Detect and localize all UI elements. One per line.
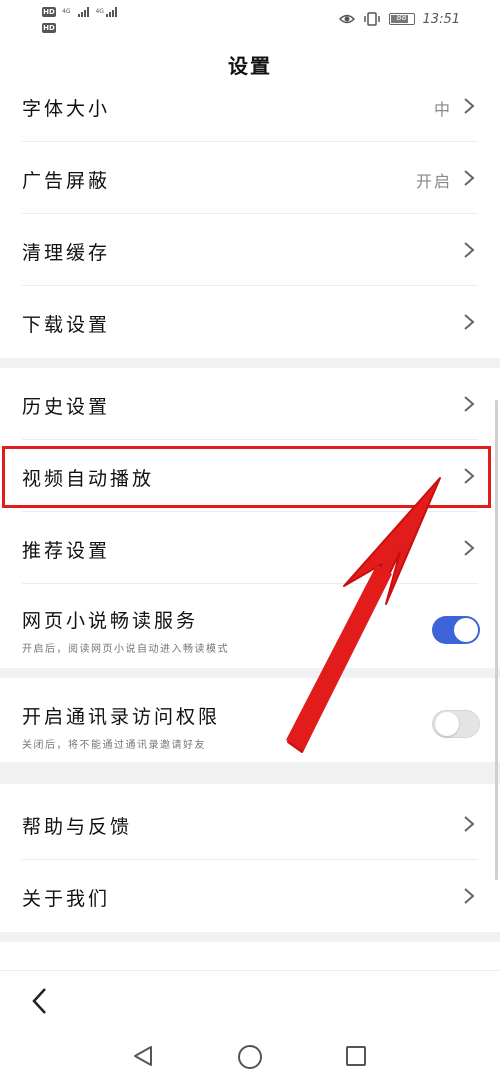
row-label: 网页小说畅读服务 [22, 610, 199, 632]
row-label: 关于我们 [22, 888, 111, 910]
row-label: 开启通讯录访问权限 [22, 706, 221, 728]
system-nav-bar [0, 1032, 500, 1084]
settings-list[interactable]: 字体大小 中 广告屏蔽 开启 清理缓存 下载设置 历史设置 视频自动播放 推荐设… [0, 80, 500, 970]
sim1-row: HD 4G 4G [42, 6, 117, 17]
nav-back-triangle-icon[interactable] [132, 1044, 154, 1068]
signal-indicators: HD 4G 4G HD [42, 6, 132, 34]
back-arrow-icon[interactable] [28, 985, 52, 1017]
row-novel-reading: 网页小说畅读服务 开启后，阅读网页小说自动进入畅读模式 [0, 584, 500, 668]
row-label: 推荐设置 [22, 540, 111, 562]
annotation-highlight-box [2, 446, 491, 508]
row-value: 中 [433, 100, 452, 119]
chevron-right-icon [464, 170, 475, 186]
novel-reading-toggle[interactable] [432, 616, 480, 644]
status-bar: HD 4G 4G HD 88 13:51 [0, 0, 500, 40]
hd-badge: HD [42, 6, 56, 17]
chevron-right-icon [464, 888, 475, 904]
row-value: 开启 [415, 172, 452, 191]
row-recommend[interactable]: 推荐设置 [0, 512, 500, 584]
chevron-right-icon [464, 314, 475, 330]
row-label: 广告屏蔽 [22, 170, 111, 192]
battery-icon: 88 [388, 13, 415, 25]
page-title: 设置 [228, 54, 272, 78]
row-subtitle: 开启后，阅读网页小说自动进入畅读模式 [22, 644, 229, 655]
network-tag-2: 4G [95, 7, 104, 15]
section-gap [0, 762, 500, 784]
contacts-access-toggle[interactable] [432, 710, 480, 738]
row-label: 字体大小 [22, 98, 111, 120]
row-font-size[interactable]: 字体大小 中 [0, 80, 500, 142]
status-right: 88 13:51 [338, 10, 460, 28]
battery-level: 88 [396, 13, 407, 22]
row-label: 清理缓存 [22, 242, 111, 264]
chevron-right-icon [464, 540, 475, 556]
row-help[interactable]: 帮助与反馈 [0, 788, 500, 860]
signal-icon-2 [105, 6, 117, 17]
hd-badge-2: HD [42, 22, 56, 33]
row-label: 历史设置 [22, 396, 111, 418]
chevron-right-icon [464, 816, 475, 832]
nav-recent-square-icon[interactable] [346, 1046, 366, 1066]
row-ad-block[interactable]: 广告屏蔽 开启 [0, 142, 500, 214]
signal-icon [78, 6, 90, 17]
row-download[interactable]: 下载设置 [0, 286, 500, 358]
eye-comfort-icon [338, 14, 355, 24]
sim2-row: HD [42, 22, 56, 33]
app-back-bar [0, 970, 500, 1032]
row-label: 下载设置 [22, 314, 111, 336]
scrollbar[interactable] [495, 400, 498, 880]
row-clear-cache[interactable]: 清理缓存 [0, 214, 500, 286]
section-gap [0, 932, 500, 942]
nav-home-circle-icon[interactable] [238, 1045, 262, 1069]
vibrate-icon [363, 12, 380, 26]
section-gap [0, 668, 500, 678]
chevron-right-icon [464, 396, 475, 412]
row-history[interactable]: 历史设置 [0, 368, 500, 440]
row-label: 帮助与反馈 [22, 816, 133, 838]
row-contacts-access: 开启通讯录访问权限 关闭后，将不能通过通讯录邀请好友 [0, 678, 500, 762]
row-subtitle: 关闭后，将不能通过通讯录邀请好友 [22, 740, 206, 751]
section-gap [0, 358, 500, 368]
chevron-right-icon [464, 242, 475, 258]
row-about[interactable]: 关于我们 [0, 860, 500, 932]
chevron-right-icon [464, 98, 475, 114]
network-tag: 4G [62, 7, 71, 15]
clock: 13:51 [422, 11, 460, 27]
